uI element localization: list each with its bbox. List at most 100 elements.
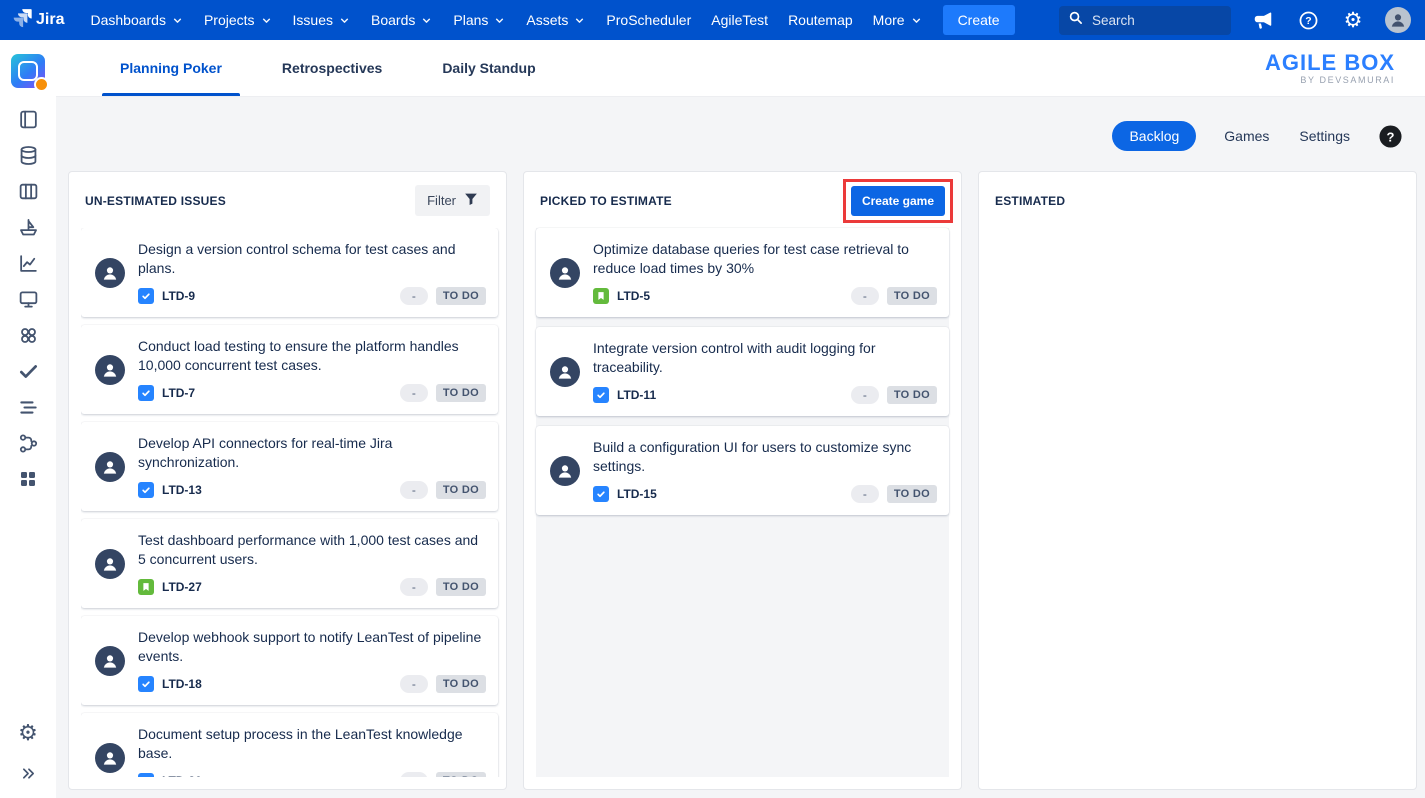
help-button[interactable]: ? — [1378, 124, 1403, 149]
topnav-item-label: More — [873, 12, 905, 28]
issue-card[interactable]: Conduct load testing to ensure the platf… — [81, 325, 498, 414]
settings-gear-icon[interactable]: ⚙ — [1340, 7, 1366, 33]
topnav-item-assets[interactable]: Assets — [516, 4, 596, 36]
tab-planning-poker[interactable]: Planning Poker — [90, 40, 252, 96]
chart-icon[interactable] — [15, 250, 41, 276]
topnav-item-issues[interactable]: Issues — [283, 4, 361, 36]
topnav-item-label: Projects — [204, 12, 255, 28]
issue-card[interactable]: Develop webhook support to notify LeanTe… — [81, 616, 498, 705]
database-icon[interactable] — [15, 142, 41, 168]
issue-summary: Conduct load testing to ensure the platf… — [138, 337, 486, 375]
tab-retrospectives[interactable]: Retrospectives — [252, 40, 412, 96]
issue-card[interactable]: Test dashboard performance with 1,000 te… — [81, 519, 498, 608]
assignee-avatar-icon — [550, 357, 580, 387]
task-icon — [593, 486, 609, 502]
issue-key: LTD-13 — [162, 483, 202, 497]
board: UN-ESTIMATED ISSUES Filter Design a vers… — [56, 169, 1425, 798]
assignee-avatar-icon — [95, 646, 125, 676]
issue-card[interactable]: Develop API connectors for real-time Jir… — [81, 422, 498, 511]
sidebar-bottom: ⚙ — [15, 721, 41, 786]
tree-icon[interactable] — [15, 430, 41, 456]
expand-icon[interactable] — [15, 760, 41, 786]
view-navigation: Backlog Games Settings ? — [56, 97, 1425, 169]
view-nav-item-settings[interactable]: Settings — [1297, 121, 1352, 151]
announcement-icon[interactable] — [1250, 7, 1276, 33]
sidebar-icons — [15, 106, 41, 492]
filter-button-label: Filter — [427, 193, 456, 208]
topnav-item-more[interactable]: More — [863, 4, 933, 36]
filter-funnel-icon — [464, 192, 478, 209]
topnav-item-label: AgileTest — [711, 12, 768, 28]
check-icon[interactable] — [15, 358, 41, 384]
assignee-avatar-icon — [95, 258, 125, 288]
story-icon — [138, 579, 154, 595]
status-badge: TO DO — [887, 386, 937, 404]
main-content: Backlog Games Settings ? UN-ESTIMATED ISSU… — [56, 97, 1425, 798]
app-header-bar: Planning Poker RetrospectivesDaily Standu… — [56, 40, 1425, 97]
view-nav-item-backlog[interactable]: Backlog — [1112, 121, 1196, 151]
topnav-menu: Dashboards Projects Issues BoardsPlansAsset… — [80, 4, 932, 36]
column-action: Filter — [415, 185, 490, 216]
topnav-item-dashboards[interactable]: Dashboards — [80, 4, 194, 36]
board-column-un-estimated-issues: UN-ESTIMATED ISSUES Filter Design a vers… — [68, 171, 507, 790]
help-icon[interactable]: ? — [1295, 7, 1321, 33]
app-tabs: Planning Poker RetrospectivesDaily Standu… — [56, 40, 566, 96]
view-nav-item-games[interactable]: Games — [1222, 121, 1271, 151]
ship-icon[interactable] — [15, 214, 41, 240]
column-action: Create game — [851, 186, 945, 216]
board-icon[interactable] — [15, 178, 41, 204]
monitor-icon[interactable] — [15, 286, 41, 312]
issue-summary: Test dashboard performance with 1,000 te… — [138, 531, 486, 569]
cards-list — [991, 228, 1404, 777]
settings-gear-icon[interactable]: ⚙ — [15, 721, 41, 747]
estimate-badge: - — [851, 287, 879, 305]
status-badge: TO DO — [887, 485, 937, 503]
cards-list: Optimize database queries for test case … — [536, 228, 949, 777]
filter-button[interactable]: Filter — [415, 185, 490, 216]
column-header: PICKED TO ESTIMATE Create game — [524, 172, 961, 228]
integrations-icon[interactable] — [15, 322, 41, 348]
topnav-item-boards[interactable]: Boards — [361, 4, 443, 36]
grid-icon[interactable] — [15, 466, 41, 492]
assignee-avatar-icon — [550, 258, 580, 288]
column-header: ESTIMATED — [979, 172, 1416, 228]
search-input[interactable] — [1090, 12, 1222, 29]
jira-logo-text: Jira — [36, 11, 64, 29]
issue-card[interactable]: Document setup process in the LeanTest k… — [81, 713, 498, 777]
topnav-item-projects[interactable]: Projects — [194, 4, 283, 36]
issue-summary: Build a configuration UI for users to cu… — [593, 438, 937, 476]
issue-summary: Design a version control schema for test… — [138, 240, 486, 278]
task-icon — [138, 773, 154, 777]
column-header: UN-ESTIMATED ISSUES Filter — [69, 172, 506, 228]
create-button[interactable]: Create — [943, 5, 1015, 35]
issue-card[interactable]: Build a configuration UI for users to cu… — [536, 426, 949, 515]
journal-icon[interactable] — [15, 106, 41, 132]
topnav-item-plans[interactable]: Plans — [443, 4, 516, 36]
assignee-avatar-icon — [95, 549, 125, 579]
tab-daily-standup[interactable]: Daily Standup — [412, 40, 565, 96]
issue-card[interactable]: Design a version control schema for test… — [81, 228, 498, 317]
topnav-item-proscheduler[interactable]: ProScheduler — [596, 4, 701, 36]
estimate-badge: - — [400, 481, 428, 499]
jira-logo[interactable]: Jira — [12, 7, 64, 33]
topnav-item-label: Issues — [293, 12, 333, 28]
issue-key: LTD-5 — [617, 289, 650, 303]
app-badge-icon — [34, 77, 49, 92]
issue-key: LTD-11 — [617, 388, 656, 402]
issue-card[interactable]: Integrate version control with audit log… — [536, 327, 949, 416]
status-badge: TO DO — [436, 481, 486, 499]
issue-card[interactable]: Optimize database queries for test case … — [536, 228, 949, 317]
topnav-item-agiletest[interactable]: AgileTest — [701, 4, 778, 36]
tab-label: Planning Poker — [120, 60, 222, 76]
user-avatar[interactable] — [1385, 7, 1411, 33]
estimate-badge: - — [400, 384, 428, 402]
agilebox-app-icon[interactable] — [11, 54, 45, 88]
create-game-button[interactable]: Create game — [851, 186, 945, 216]
cards-list: Design a version control schema for test… — [81, 228, 503, 777]
search-box[interactable] — [1059, 6, 1231, 35]
topnav-item-routemap[interactable]: Routemap — [778, 4, 863, 36]
chevron-down-icon — [493, 14, 506, 27]
top-navigation: Jira Dashboards Projects Issues BoardsPlans… — [0, 0, 1425, 40]
backlog-icon[interactable] — [15, 394, 41, 420]
topnav-item-label: ProScheduler — [606, 12, 691, 28]
